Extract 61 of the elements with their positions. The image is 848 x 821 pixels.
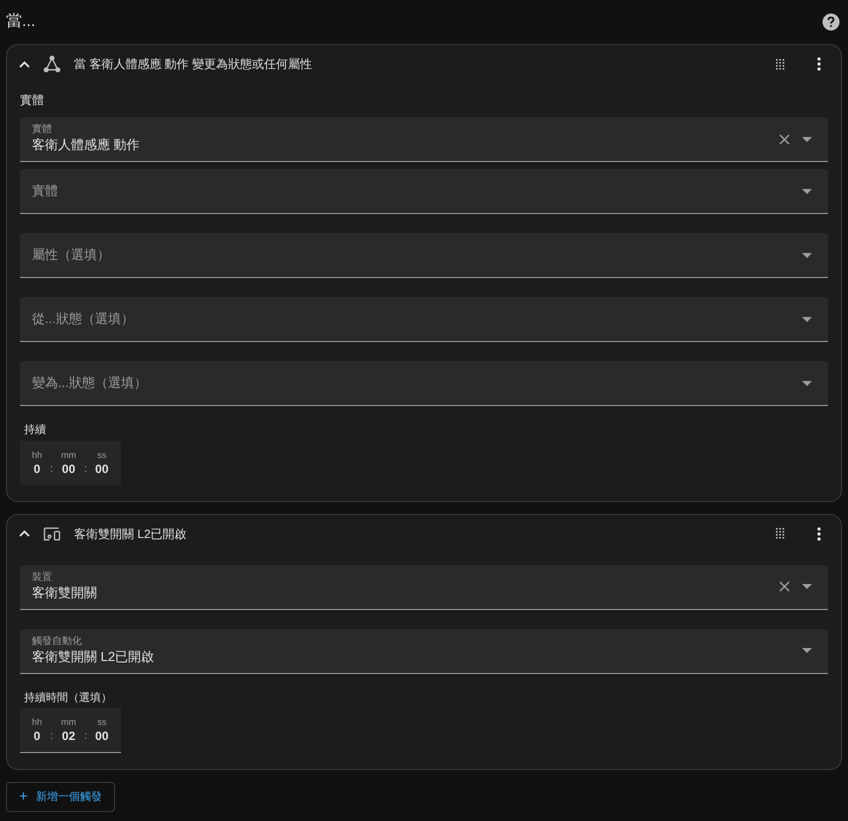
help-icon[interactable]: [822, 13, 840, 31]
dropdown-arrow-icon[interactable]: [802, 380, 812, 386]
duration-label: 持續時間（選填）: [23, 690, 112, 706]
devices-icon: [42, 526, 62, 542]
time-separator: :: [50, 729, 54, 744]
unit-label: mm: [61, 448, 76, 460]
time-value[interactable]: 0: [34, 728, 40, 744]
dropdown-arrow-icon[interactable]: [802, 188, 812, 194]
field-value: 客衛人體感應 動作: [32, 136, 141, 154]
duration-input[interactable]: hh 0 : mm 02 : ss 00: [20, 708, 120, 753]
clear-icon[interactable]: [779, 581, 790, 592]
section-label: 實體: [20, 92, 45, 109]
dropdown-arrow-icon[interactable]: [802, 648, 812, 653]
collapse-chevron-icon[interactable]: [19, 60, 30, 68]
field-label: 觸發自動化: [32, 636, 83, 648]
nodes-icon: [42, 54, 62, 74]
time-separator: :: [84, 729, 88, 744]
trigger-title: 當 客衛人體感應 動作 變更為狀態或任何屬性: [74, 56, 314, 73]
field-value: 客衛雙開關: [32, 584, 98, 602]
dropdown-arrow-icon[interactable]: [802, 584, 812, 589]
page-title: 當...: [6, 12, 36, 32]
unit-label: hh: [32, 716, 42, 728]
more-options-icon[interactable]: [817, 57, 821, 71]
field-label: 實體: [32, 182, 59, 200]
clear-icon[interactable]: [779, 134, 790, 144]
duration-input[interactable]: hh 0 : mm 00 : ss 00: [20, 440, 120, 484]
unit-label: mm: [61, 716, 76, 728]
field-label: 實體: [32, 124, 53, 136]
select-field[interactable]: 屬性（選填）: [20, 233, 828, 278]
plus-icon: +: [19, 786, 28, 808]
time-separator: :: [84, 462, 88, 476]
select-field[interactable]: 從...狀態（選填）: [20, 297, 828, 342]
field-label: 從...狀態（選填）: [32, 310, 135, 328]
dropdown-arrow-icon[interactable]: [802, 136, 812, 142]
select-field[interactable]: 變為...狀態（選填）: [20, 361, 828, 406]
add-trigger-button[interactable]: + 新增一個觸發: [6, 782, 115, 812]
unit-label: ss: [97, 716, 106, 728]
time-value[interactable]: 0: [34, 460, 40, 476]
unit-label: hh: [32, 448, 42, 460]
time-value[interactable]: 00: [95, 728, 108, 744]
more-options-icon[interactable]: [817, 526, 821, 540]
trigger-title: 客衛雙開關 L2已開啟: [74, 526, 188, 542]
field-value: 客衛雙開關 L2已開啟: [32, 648, 156, 666]
time-value[interactable]: 00: [95, 460, 108, 476]
collapse-chevron-icon[interactable]: [19, 530, 30, 537]
drag-handle-icon[interactable]: [776, 58, 785, 70]
drag-handle-icon[interactable]: [776, 528, 785, 539]
time-value[interactable]: 02: [62, 728, 76, 744]
field-label: 屬性（選填）: [32, 246, 111, 264]
select-field[interactable]: 實體 客衛人體感應 動作: [20, 117, 828, 162]
dropdown-arrow-icon[interactable]: [802, 252, 812, 258]
unit-label: ss: [97, 448, 106, 460]
select-field[interactable]: 實體: [20, 169, 828, 214]
select-field[interactable]: 裝置 客衛雙開關: [20, 564, 828, 610]
time-value[interactable]: 00: [62, 460, 76, 476]
select-field[interactable]: 觸發自動化 客衛雙開關 L2已開啟: [20, 628, 828, 674]
field-label: 裝置: [32, 572, 53, 584]
duration-label: 持續: [23, 423, 46, 438]
time-separator: :: [50, 462, 54, 476]
dropdown-arrow-icon[interactable]: [802, 316, 812, 322]
field-label: 變為...狀態（選填）: [32, 374, 148, 392]
